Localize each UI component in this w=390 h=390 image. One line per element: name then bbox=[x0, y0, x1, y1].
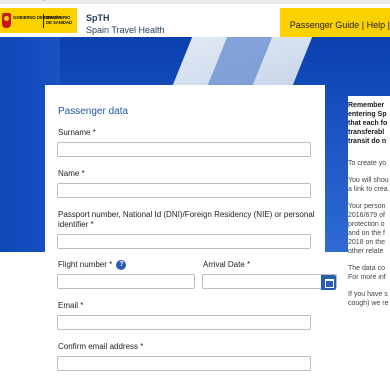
info-sidebar: Remember entering Sp that each fo transf… bbox=[348, 96, 390, 390]
flight-label-text: Flight number * bbox=[58, 260, 113, 270]
passenger-form: Passenger data Surname * Name * Passport… bbox=[45, 85, 337, 390]
passport-label-line1: Passport number, National Id (DNI)/Forei… bbox=[58, 210, 315, 219]
top-nav: Passenger Guide | Help | bbox=[290, 20, 390, 30]
sidebar-line: The data co bbox=[348, 265, 385, 272]
name-label: Name * bbox=[58, 169, 85, 178]
nav-passenger-guide[interactable]: Passenger Guide bbox=[290, 20, 360, 30]
flight-number-input[interactable] bbox=[57, 274, 195, 289]
sidebar-line: cough) we re bbox=[348, 300, 389, 307]
site-header: GOBIERNO DE ESPAÑA MINISTERIO DE SANIDAD… bbox=[0, 4, 390, 41]
sidebar-line: You will shou bbox=[348, 177, 389, 184]
coat-of-arms-icon bbox=[2, 13, 11, 28]
help-icon[interactable]: ? bbox=[116, 260, 127, 270]
sidebar-line: To create yo bbox=[348, 160, 387, 167]
sidebar-line: that each fo bbox=[348, 120, 388, 127]
calendar-icon[interactable] bbox=[321, 275, 336, 290]
brand-short[interactable]: SpTH bbox=[86, 13, 110, 23]
passport-label-line2: identifier * bbox=[58, 220, 94, 229]
nav-separator: | bbox=[361, 20, 365, 30]
sidebar-line: Your person bbox=[348, 203, 386, 210]
arrival-date-input[interactable] bbox=[202, 274, 337, 290]
sidebar-line: and on the f bbox=[348, 230, 385, 237]
email-input[interactable] bbox=[57, 315, 311, 330]
flight-label: Flight number * ? bbox=[58, 260, 127, 270]
email-label: Email * bbox=[58, 301, 84, 310]
nav-help[interactable]: Help bbox=[367, 20, 386, 30]
sidebar-line: For more inf bbox=[348, 274, 386, 281]
name-input[interactable] bbox=[57, 183, 311, 198]
confirm-email-label: Confirm email address * bbox=[58, 342, 144, 351]
surname-label: Surname * bbox=[58, 128, 96, 137]
surname-input[interactable] bbox=[57, 142, 311, 157]
url-text: spaintravelhealth bbox=[38, 0, 114, 2]
government-logo[interactable]: GOBIERNO DE ESPAÑA MINISTERIO DE SANIDAD bbox=[0, 8, 77, 33]
passport-label: Passport number, National Id (DNI)/Forei… bbox=[58, 210, 315, 230]
logo-divider bbox=[43, 14, 44, 28]
sidebar-line: 2018 on the bbox=[348, 239, 385, 246]
sidebar-line: a link to crea bbox=[348, 186, 388, 193]
passport-input[interactable] bbox=[57, 234, 311, 249]
sidebar-line: If you have s bbox=[348, 291, 388, 298]
sidebar-line: Remember bbox=[348, 102, 385, 109]
sidebar-line: entering Sp bbox=[348, 111, 387, 118]
form-title: Passenger data bbox=[58, 106, 129, 117]
sidebar-line: other relate bbox=[348, 248, 384, 255]
brand-long[interactable]: Spain Travel Health bbox=[86, 25, 165, 35]
gov-right-text: MINISTERIO DE SANIDAD bbox=[46, 15, 73, 25]
sidebar-line: transferabl bbox=[348, 129, 385, 136]
confirm-email-input[interactable] bbox=[57, 356, 311, 371]
sidebar-line: 2016/679 of bbox=[348, 212, 385, 219]
sidebar-line: transit do n bbox=[348, 138, 387, 145]
arrival-date-label: Arrival Date * bbox=[203, 260, 251, 269]
sidebar-line: protection o bbox=[348, 221, 385, 228]
